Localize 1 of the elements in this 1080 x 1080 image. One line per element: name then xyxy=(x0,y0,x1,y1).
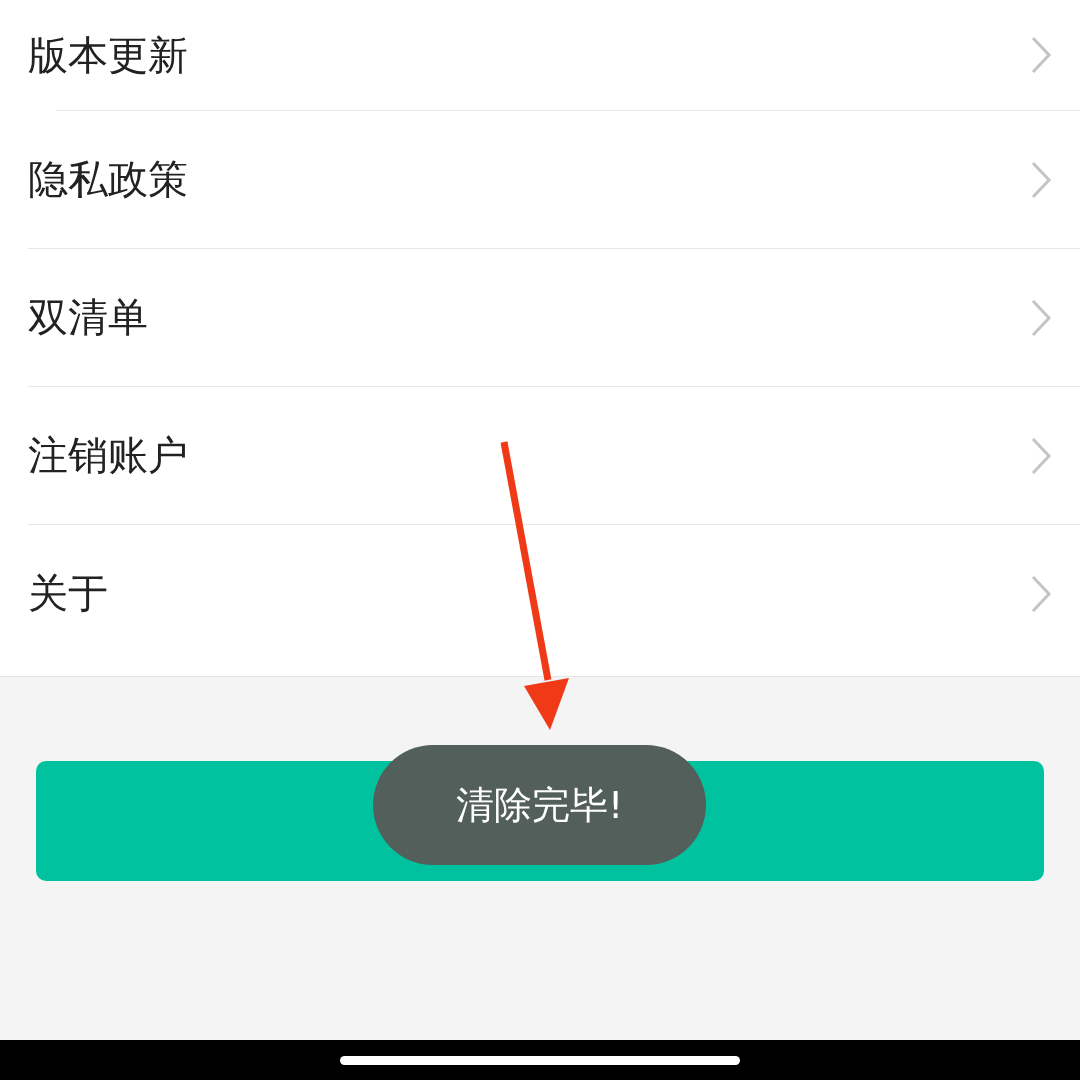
toast: 清除完毕! xyxy=(373,745,706,865)
